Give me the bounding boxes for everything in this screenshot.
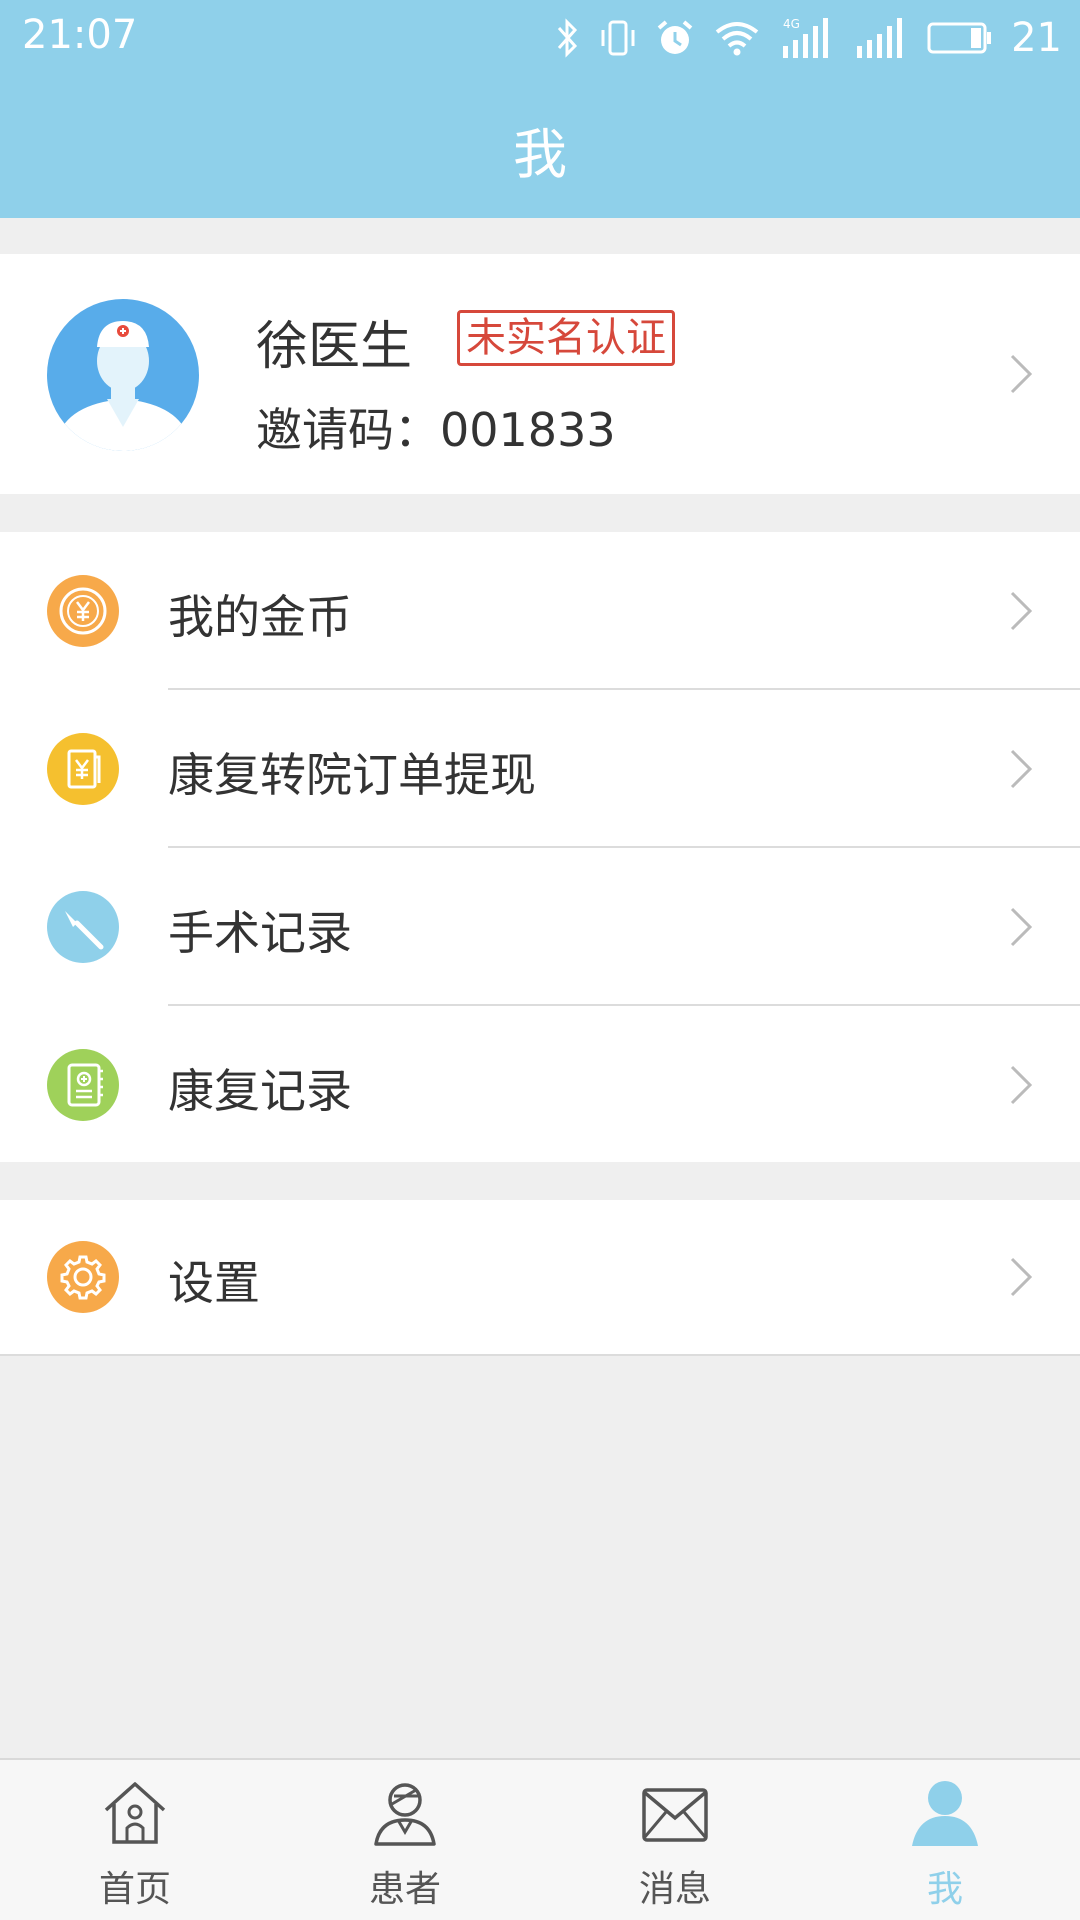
tab-messages[interactable]: 消息 [540,1760,810,1920]
battery-icon [927,22,992,54]
profile-card[interactable]: 徐医生 未实名认证 邀请码：001833 [0,254,1080,494]
record-book-icon [47,1049,119,1121]
person-icon [912,1781,978,1846]
menu-item-label: 手术记录 [168,906,352,960]
menu-item-withdraw[interactable]: 康复转院订单提现 [0,690,1080,848]
status-time: 21:07 [22,12,138,58]
chevron-right-icon [1010,354,1033,394]
chevron-right-icon [1010,1065,1033,1105]
withdraw-icon [47,733,119,805]
alarm-icon [657,20,693,54]
bottom-tab-bar: 首页 患者 消息 我 [0,1758,1080,1920]
menu-item-label: 康复记录 [168,1064,352,1118]
chevron-right-icon [1010,749,1033,789]
battery-level: 21 [1011,15,1062,61]
menu-item-settings[interactable]: 设置 [0,1200,1080,1358]
page-title: 我 [513,123,567,186]
tab-label: 消息 [638,1869,711,1910]
invite-code-label: 邀请码： [256,403,440,457]
wifi-icon [715,22,759,56]
mail-icon [642,1788,708,1842]
invite-code-row: 邀请码：001833 [256,394,616,460]
menu-list: 我的金币 康复转院订单提现 手术记录 康复记录 [0,532,1080,1162]
vibrate-icon [601,20,635,56]
verification-status-badge: 未实名认证 [457,310,675,366]
tab-label: 首页 [98,1869,171,1910]
menu-item-rehab-records[interactable]: 康复记录 [0,1006,1080,1164]
signal-icon [857,18,903,58]
home-icon [104,1782,166,1844]
settings-group: 设置 [0,1200,1080,1356]
menu-item-my-coins[interactable]: 我的金币 [0,532,1080,690]
gear-icon [47,1241,119,1313]
patient-icon [374,1783,436,1846]
tab-label: 我 [926,1869,963,1910]
menu-item-label: 设置 [168,1256,260,1310]
tab-me[interactable]: 我 [810,1760,1080,1920]
bluetooth-icon [557,18,578,58]
menu-item-surgery-records[interactable]: 手术记录 [0,848,1080,1006]
coin-icon [47,575,119,647]
menu-item-label: 我的金币 [168,590,352,644]
doctor-name: 徐医生 [256,317,413,377]
network-type-label: 4G [783,17,800,31]
tab-label: 患者 [368,1869,441,1910]
chevron-right-icon [1010,591,1033,631]
chevron-right-icon [1010,907,1033,947]
scalpel-icon [47,891,119,963]
chevron-right-icon [1010,1257,1033,1297]
doctor-avatar [47,299,199,451]
tab-home[interactable]: 首页 [0,1760,270,1920]
status-bar: 21:07 4G 21 [0,0,1080,76]
invite-code-value: 001833 [440,403,616,457]
app-header: 21:07 4G 21 我 [0,0,1080,218]
signal-4g-icon: 4G [783,17,829,58]
status-icons: 4G 21 [555,10,1062,66]
menu-item-label: 康复转院订单提现 [168,748,536,802]
tab-patients[interactable]: 患者 [270,1760,540,1920]
